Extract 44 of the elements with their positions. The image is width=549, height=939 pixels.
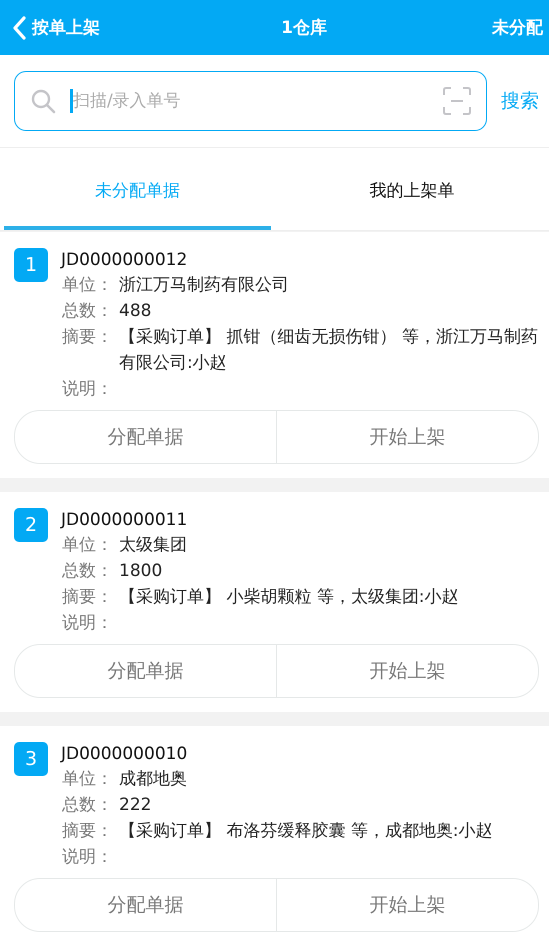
field-label: 说明： (62, 612, 114, 635)
field-label: 单位： (62, 534, 114, 557)
field-label: 总数： (62, 794, 114, 817)
action-button[interactable]: 开始上架 (276, 645, 538, 697)
field-value: 【采购订单】 抓钳（细齿无损伤钳） 等，浙江万马制药有限公司:小赵 (119, 326, 539, 375)
action-button[interactable]: 分配单据 (15, 645, 276, 697)
order-number: JD0000000012 (61, 250, 188, 270)
index-badge: 2 (14, 508, 48, 542)
order-number: JD0000000010 (61, 744, 188, 764)
search-field[interactable]: 扫描/录入单号 (14, 71, 487, 131)
field-label: 摘要： (62, 326, 114, 349)
field-label: 摘要： (62, 820, 114, 843)
unassigned-button[interactable]: 未分配 (492, 16, 543, 39)
field-value: 222 (119, 794, 152, 817)
search-button[interactable]: 搜索 (501, 88, 539, 114)
field-value: 488 (119, 300, 152, 323)
field-label: 单位： (62, 274, 114, 297)
index-badge: 3 (14, 742, 48, 776)
back-icon (12, 16, 26, 40)
field-value: 【采购订单】 小柴胡颗粒 等，太级集团:小赵 (119, 586, 460, 609)
field-label: 说明： (62, 846, 114, 869)
field-label: 总数： (62, 300, 114, 323)
field-value: 浙江万马制药有限公司 (119, 274, 290, 297)
action-button[interactable]: 分配单据 (15, 879, 276, 931)
search-input[interactable]: 扫描/录入单号 (71, 90, 432, 112)
field-value: 太级集团 (119, 534, 188, 557)
action-button[interactable]: 分配单据 (15, 411, 276, 463)
field-label: 摘要： (62, 586, 114, 609)
back-button[interactable]: 按单上架 (12, 16, 100, 40)
field-label: 总数： (62, 560, 114, 583)
tab[interactable]: 我的上架单 (278, 148, 545, 230)
action-button[interactable]: 开始上架 (276, 411, 538, 463)
field-label: 说明： (62, 378, 114, 401)
scan-icon[interactable] (442, 86, 472, 116)
back-label: 按单上架 (32, 17, 100, 39)
field-value: 【采购订单】 布洛芬缓释胶囊 等，成都地奥:小赵 (119, 820, 494, 843)
field-value: 成都地奥 (119, 768, 188, 791)
page-title: 1仓库 (281, 17, 327, 39)
field-label: 单位： (62, 768, 114, 791)
order-number: JD0000000011 (61, 510, 188, 530)
index-badge: 1 (14, 248, 48, 282)
field-value: 1800 (119, 560, 164, 583)
action-button[interactable]: 开始上架 (276, 879, 538, 931)
search-icon (30, 88, 56, 114)
